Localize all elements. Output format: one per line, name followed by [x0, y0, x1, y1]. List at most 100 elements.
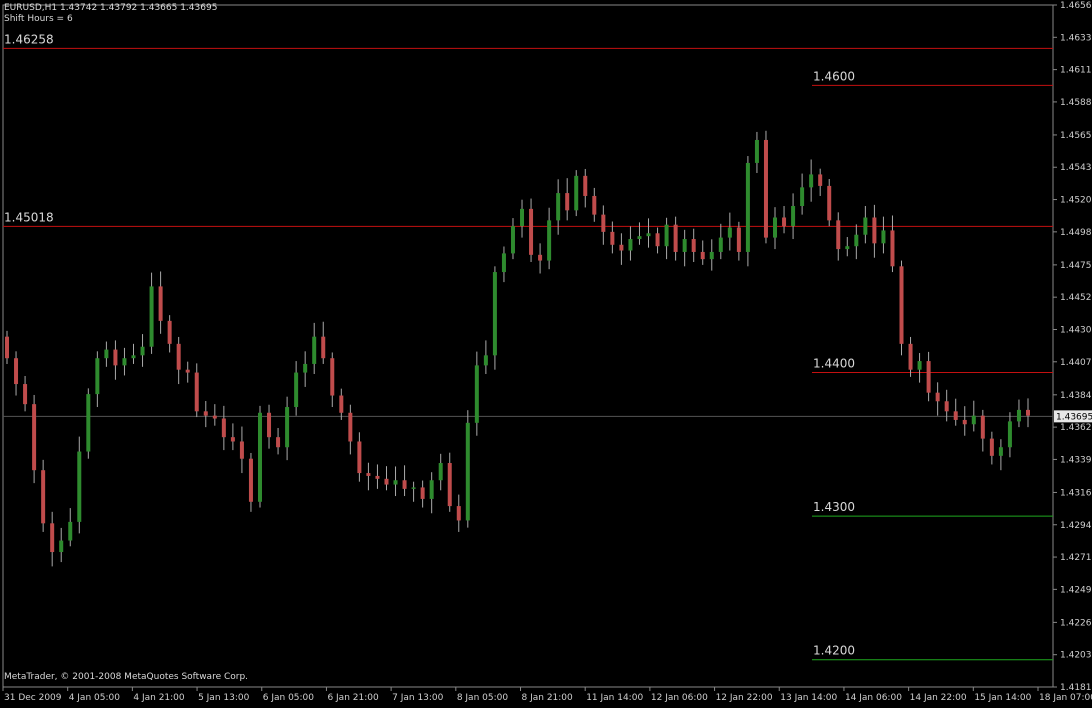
- candle-body: [167, 320, 172, 344]
- time-tick-label: 13 Jan 14:00: [780, 693, 837, 703]
- candle-body: [673, 224, 678, 252]
- candle: [212, 404, 217, 426]
- price-tick-label: 1.44075: [1060, 358, 1092, 368]
- candle: [248, 452, 253, 512]
- candle: [267, 404, 272, 449]
- candle: [754, 131, 759, 173]
- level-label: 1.4300: [813, 500, 855, 514]
- candle: [520, 199, 525, 238]
- candle: [547, 207, 552, 270]
- candle-body: [267, 412, 272, 438]
- candle-body: [827, 185, 832, 221]
- candle-body: [727, 227, 732, 238]
- candle: [276, 427, 281, 455]
- candle-body: [655, 233, 660, 247]
- candle-body: [276, 437, 281, 448]
- candle-body: [664, 224, 669, 247]
- time-tick-label: 14 Jan 22:00: [910, 693, 967, 703]
- candle: [854, 224, 859, 260]
- candle-body: [303, 363, 308, 373]
- level-label: 1.4200: [813, 644, 855, 658]
- candle-body: [565, 193, 570, 211]
- price-tick-label: 1.45885: [1060, 98, 1092, 108]
- candle-body: [971, 415, 976, 425]
- plot-frame: [2, 4, 1054, 688]
- candle-body: [321, 336, 326, 359]
- candle-body: [113, 349, 118, 366]
- candle: [664, 217, 669, 260]
- candle: [41, 459, 46, 532]
- candle-body: [592, 195, 597, 215]
- price-chart[interactable]: 1.46258 1.4600 1.45018 1.4400 1.4300 1.4200 1…: [0, 0, 1092, 704]
- candle-body: [637, 236, 642, 240]
- candle-body: [59, 540, 64, 553]
- candle-body: [610, 231, 615, 245]
- candle: [1016, 399, 1021, 428]
- candle-body: [131, 355, 136, 359]
- price-tick-label: 1.42715: [1060, 553, 1092, 563]
- candle-body: [899, 266, 904, 344]
- candle-body: [538, 254, 543, 261]
- candle: [285, 396, 290, 461]
- candle-body: [411, 487, 416, 489]
- candle-body: [953, 411, 958, 420]
- candle: [474, 351, 479, 436]
- candle: [50, 511, 55, 567]
- candle-body: [77, 451, 82, 522]
- candle-body: [429, 480, 434, 499]
- candles: [5, 130, 1030, 567]
- candle-body: [5, 336, 9, 359]
- candle: [14, 351, 19, 396]
- chart-window[interactable]: 1.46258 1.4600 1.45018 1.4400 1.4300 1.4200 1…: [0, 0, 1092, 704]
- candle: [592, 187, 597, 222]
- candle: [149, 272, 154, 354]
- candle: [465, 410, 470, 528]
- candle-body: [619, 244, 624, 251]
- candle-body: [800, 187, 805, 207]
- candle: [872, 204, 877, 258]
- candle-body: [520, 208, 525, 227]
- candle: [294, 361, 299, 416]
- candle: [1026, 398, 1030, 428]
- current-price-label: 1.43695: [1056, 412, 1092, 422]
- candle: [773, 207, 778, 250]
- level-label: 1.4600: [813, 69, 855, 83]
- candle: [339, 388, 344, 420]
- candle: [691, 228, 696, 263]
- candle-body: [465, 422, 470, 521]
- candle-body: [14, 358, 19, 385]
- candle: [194, 363, 199, 418]
- candle: [59, 527, 64, 563]
- candle-body: [492, 272, 497, 356]
- candle: [312, 322, 317, 374]
- candle: [158, 271, 163, 334]
- candle-body: [257, 412, 262, 502]
- candle-body: [510, 226, 515, 254]
- candle: [953, 398, 958, 426]
- candle-body: [221, 418, 226, 438]
- candle-body: [312, 336, 317, 364]
- candle: [77, 436, 82, 534]
- candle-body: [348, 412, 353, 442]
- candle-body: [230, 437, 235, 442]
- time-tick-label: 18 Jan 07:00: [1039, 693, 1092, 703]
- candle-body: [438, 463, 443, 481]
- price-tick-label: 1.46335: [1060, 33, 1092, 43]
- candle-body: [872, 217, 877, 244]
- candle: [104, 341, 109, 367]
- candle: [510, 218, 515, 260]
- candle-body: [104, 349, 109, 359]
- candle: [375, 464, 380, 489]
- candle-body: [474, 365, 479, 423]
- price-tick-label: 1.44750: [1060, 261, 1092, 271]
- time-tick-label: 7 Jan 13:00: [392, 693, 444, 703]
- candle-body: [836, 220, 841, 250]
- candle: [5, 330, 9, 364]
- price-tick-label: 1.43165: [1060, 488, 1092, 498]
- level-label: 1.4400: [813, 357, 855, 371]
- price-tick-label: 1.45205: [1060, 196, 1092, 206]
- time-tick-label: 5 Jan 13:00: [198, 693, 250, 703]
- candle-body: [917, 361, 922, 370]
- candle: [818, 168, 823, 196]
- candle-body: [339, 395, 344, 413]
